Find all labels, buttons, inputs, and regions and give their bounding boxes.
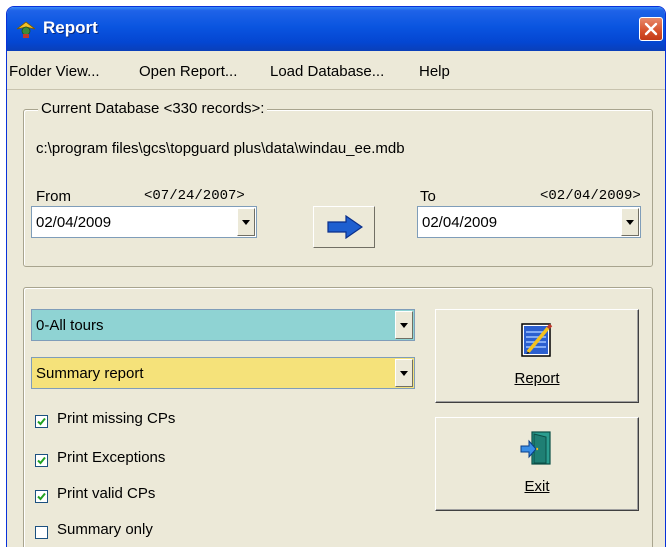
menu-bar: Folder View... Open Report... Load Datab… bbox=[7, 51, 665, 90]
tour-select[interactable]: 0-All tours bbox=[31, 309, 415, 341]
from-earliest-date: <07/24/2007> bbox=[144, 188, 245, 204]
close-button[interactable] bbox=[639, 17, 663, 41]
to-date-select[interactable]: 02/04/2009 bbox=[417, 206, 641, 238]
window-title: Report bbox=[43, 18, 98, 37]
exit-button-label: Exit bbox=[524, 478, 550, 495]
report-button[interactable]: Report bbox=[435, 309, 639, 403]
database-group-title: Current Database <330 records>: bbox=[38, 100, 268, 117]
summary-only-label[interactable]: Summary only bbox=[57, 521, 153, 538]
chevron-down-icon bbox=[626, 220, 634, 225]
report-icon bbox=[521, 323, 553, 357]
print-valid-cps-label[interactable]: Print valid CPs bbox=[57, 485, 155, 502]
to-date-dropdown[interactable] bbox=[621, 208, 639, 236]
exit-button[interactable]: Exit bbox=[435, 417, 639, 511]
close-icon bbox=[644, 22, 658, 36]
from-label: From bbox=[36, 188, 71, 205]
copy-date-button[interactable] bbox=[313, 206, 375, 248]
database-path: c:\program files\gcs\topguard plus\data\… bbox=[36, 140, 405, 157]
title-bar[interactable]: Report bbox=[7, 7, 665, 51]
report-type-select[interactable]: Summary report bbox=[31, 357, 415, 389]
report-button-label: Report bbox=[514, 370, 560, 387]
menu-help[interactable]: Help bbox=[419, 63, 450, 80]
report-window: Report Folder View... Open Report... Loa… bbox=[6, 6, 666, 547]
exit-door-icon bbox=[520, 431, 551, 465]
summary-only-checkbox[interactable] bbox=[35, 526, 48, 539]
print-valid-cps-checkbox[interactable] bbox=[35, 490, 48, 503]
to-date-value: 02/04/2009 bbox=[422, 214, 498, 231]
print-exceptions-checkbox[interactable] bbox=[35, 454, 48, 467]
chevron-down-icon bbox=[400, 323, 408, 328]
checkmark-icon bbox=[37, 492, 46, 501]
report-type-dropdown[interactable] bbox=[395, 359, 413, 387]
to-latest-date: <02/04/2009> bbox=[540, 188, 641, 204]
tour-dropdown[interactable] bbox=[395, 311, 413, 339]
report-type-value: Summary report bbox=[36, 365, 144, 382]
chevron-down-icon bbox=[242, 220, 250, 225]
checkmark-icon bbox=[37, 417, 46, 426]
menu-open-report[interactable]: Open Report... bbox=[139, 63, 237, 80]
from-date-value: 02/04/2009 bbox=[36, 214, 112, 231]
checkmark-icon bbox=[37, 456, 46, 465]
from-date-dropdown[interactable] bbox=[237, 208, 255, 236]
arrow-right-icon bbox=[327, 215, 363, 239]
menu-folder-view[interactable]: Folder View... bbox=[9, 63, 100, 80]
app-icon bbox=[16, 21, 36, 38]
print-exceptions-label[interactable]: Print Exceptions bbox=[57, 449, 165, 466]
print-missing-cps-label[interactable]: Print missing CPs bbox=[57, 410, 175, 427]
tour-value: 0-All tours bbox=[36, 317, 104, 334]
print-missing-cps-checkbox[interactable] bbox=[35, 415, 48, 428]
menu-load-database[interactable]: Load Database... bbox=[270, 63, 384, 80]
from-date-select[interactable]: 02/04/2009 bbox=[31, 206, 257, 238]
chevron-down-icon bbox=[400, 371, 408, 376]
to-label: To bbox=[420, 188, 436, 205]
